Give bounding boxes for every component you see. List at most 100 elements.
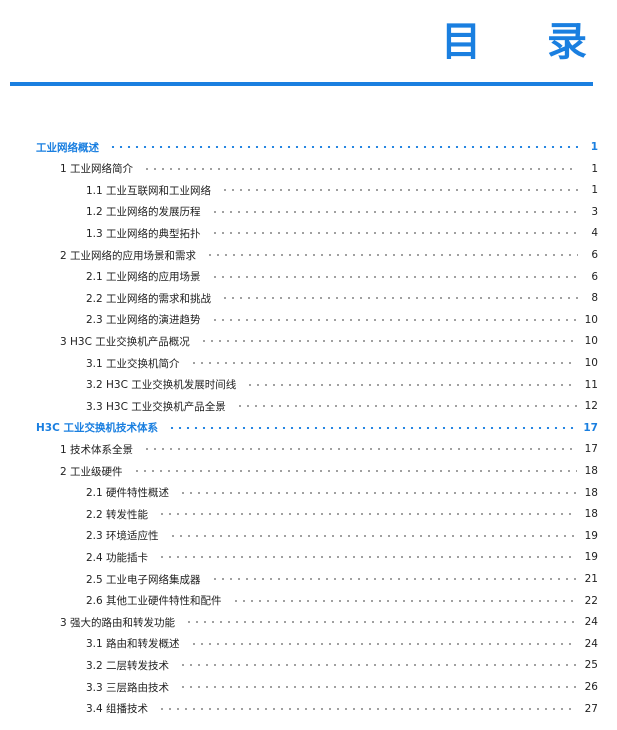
toc-page-number: 21 xyxy=(584,573,598,585)
toc-entry[interactable]: 1 工业网络简介 1 xyxy=(60,158,598,180)
toc-page-number: 6 xyxy=(591,249,598,261)
toc-entry-label: 1 工业网络简介 xyxy=(60,163,134,176)
dot-leader xyxy=(109,146,578,148)
toc-page-number: 4 xyxy=(591,227,598,240)
toc-entry[interactable]: 1.1 工业互联网和工业网络 1 xyxy=(86,179,598,201)
toc-section-heading[interactable]: H3C 工业交换机技术体系 17 xyxy=(36,417,598,439)
dot-leader xyxy=(179,491,577,494)
title-divider xyxy=(10,82,593,86)
toc-page-number: 27 xyxy=(584,702,598,715)
toc-entry-label: 2.5 工业电子网络集成器 xyxy=(86,573,201,586)
dot-leader xyxy=(210,318,577,321)
dot-leader xyxy=(132,470,577,472)
dot-leader xyxy=(231,599,577,602)
toc-page-number: 3 xyxy=(591,205,598,218)
toc-entry-label: 3 强大的路由和转发功能 xyxy=(60,616,176,629)
toc-page-number: 19 xyxy=(584,551,598,564)
dot-leader xyxy=(210,232,578,235)
toc-entry-label: 3.1 工业交换机简介 xyxy=(86,357,180,370)
toc-entry-label: 2 工业网络的应用场景和需求 xyxy=(60,249,197,262)
dot-leader xyxy=(210,275,578,278)
toc-entry-label: 1.3 工业网络的典型拓扑 xyxy=(86,227,201,240)
dot-leader xyxy=(210,578,577,580)
toc-entry-label: 2.1 工业网络的应用场景 xyxy=(86,271,201,284)
toc-page-number: 18 xyxy=(584,486,598,499)
toc-entry-label: 3.3 H3C 工业交换机产品全景 xyxy=(86,400,226,413)
toc-page-number: 18 xyxy=(584,465,598,477)
toc-entry[interactable]: 1.2 工业网络的发展历程 3 xyxy=(86,201,598,223)
toc-entry[interactable]: 3.3 三层路由技术 26 xyxy=(86,676,598,698)
toc-entry[interactable]: 3.1 路由和转发概述 24 xyxy=(86,633,598,655)
toc-entry[interactable]: 2.2 转发性能 18 xyxy=(86,503,598,525)
toc-entry[interactable]: 2.6 其他工业硬件特性和配件 22 xyxy=(86,590,598,612)
toc-entry[interactable]: 3.3 H3C 工业交换机产品全景 12 xyxy=(86,395,598,417)
toc-entry-label: 2.6 其他工业硬件特性和配件 xyxy=(86,595,222,608)
toc-entry[interactable]: 3.4 组播技术 27 xyxy=(86,698,598,720)
toc-entry[interactable]: 2.3 环境适应性 19 xyxy=(86,525,598,547)
toc-page-number: 25 xyxy=(584,659,598,672)
toc-entry[interactable]: 2 工业网络的应用场景和需求 6 xyxy=(60,244,598,266)
toc-page-number: 1 xyxy=(591,162,598,175)
toc-page-number: 11 xyxy=(584,378,598,391)
toc-page-number: 17 xyxy=(584,443,598,456)
toc-entry[interactable]: 3.1 工业交换机简介 10 xyxy=(86,352,598,374)
toc-entry[interactable]: 2 工业级硬件 18 xyxy=(60,460,598,482)
toc-entry[interactable]: 3.2 二层转发技术 25 xyxy=(86,654,598,676)
dot-leader xyxy=(143,167,578,170)
dot-leader xyxy=(221,189,578,192)
toc-page-number: 24 xyxy=(584,637,598,650)
toc-page-number: 6 xyxy=(591,270,598,283)
toc-entry[interactable]: 2.1 硬件特性概述 18 xyxy=(86,482,598,504)
toc-entry[interactable]: 1 技术体系全景 17 xyxy=(60,438,598,460)
dot-leader xyxy=(206,254,578,256)
toc-entry[interactable]: 1.3 工业网络的典型拓扑 4 xyxy=(86,222,598,244)
dot-leader xyxy=(189,362,577,364)
toc-entry[interactable]: 2.5 工业电子网络集成器 21 xyxy=(86,568,598,590)
toc-page-number: 12 xyxy=(584,400,598,413)
dot-leader xyxy=(158,556,577,559)
toc-entry[interactable]: 3 强大的路由和转发功能 24 xyxy=(60,611,598,633)
toc-entry-label: 3.2 二层转发技术 xyxy=(86,659,170,672)
toc-section-heading[interactable]: 工业网络概述 1 xyxy=(36,136,598,158)
dot-leader xyxy=(158,513,577,516)
toc-entry[interactable]: 2.4 功能插卡 19 xyxy=(86,546,598,568)
toc-entry-label: 1.2 工业网络的发展历程 xyxy=(86,206,201,219)
dot-leader xyxy=(185,621,577,624)
toc-entry-label: 1 技术体系全景 xyxy=(60,443,134,456)
dot-leader xyxy=(210,210,578,213)
toc-entry-label: 3.4 组播技术 xyxy=(86,703,149,716)
toc-entry[interactable]: 2.3 工业网络的演进趋势 10 xyxy=(86,309,598,331)
dot-leader xyxy=(168,534,577,537)
toc-page-number: 10 xyxy=(584,313,598,326)
dot-leader xyxy=(143,448,577,451)
toc-entry-label: 3 H3C 工业交换机产品概况 xyxy=(60,335,190,348)
toc-page-number: 18 xyxy=(584,508,598,521)
toc-entry[interactable]: 2.1 工业网络的应用场景 6 xyxy=(86,266,598,288)
toc-entry-label: 2.2 转发性能 xyxy=(86,508,149,521)
toc-entry-label: 1.1 工业互联网和工业网络 xyxy=(86,184,212,197)
toc-entry[interactable]: 2.2 工业网络的需求和挑战 8 xyxy=(86,287,598,309)
dot-leader xyxy=(167,426,576,429)
toc-entry-label: 2.1 硬件特性概述 xyxy=(86,487,170,500)
toc-page-number: 8 xyxy=(591,292,598,305)
dot-leader xyxy=(189,642,577,645)
toc-entry[interactable]: 3.2 H3C 工业交换机发展时间线 11 xyxy=(86,374,598,396)
dot-leader xyxy=(235,405,577,408)
dot-leader xyxy=(179,664,577,667)
page-title: 目 录 xyxy=(441,19,613,65)
toc-page-number: 1 xyxy=(590,141,598,153)
toc-page-number: 26 xyxy=(584,681,598,693)
toc-entry-label: 3.3 三层路由技术 xyxy=(86,681,170,694)
toc-entry-label: 2 工业级硬件 xyxy=(60,465,123,478)
toc-page-number: 22 xyxy=(584,594,598,607)
dot-leader xyxy=(179,686,577,688)
toc-entry-label: 工业网络概述 xyxy=(36,141,99,154)
toc-entry-label: 2.4 功能插卡 xyxy=(86,551,149,564)
toc-entry[interactable]: 3 H3C 工业交换机产品概况 10 xyxy=(60,330,598,352)
toc-page-number: 17 xyxy=(583,421,598,434)
toc-entry-label: H3C 工业交换机技术体系 xyxy=(36,422,158,435)
toc-entry-label: 2.3 环境适应性 xyxy=(86,530,159,543)
dot-leader xyxy=(246,383,577,386)
toc-entry-label: 3.1 路由和转发概述 xyxy=(86,638,180,651)
dot-leader xyxy=(199,340,577,343)
